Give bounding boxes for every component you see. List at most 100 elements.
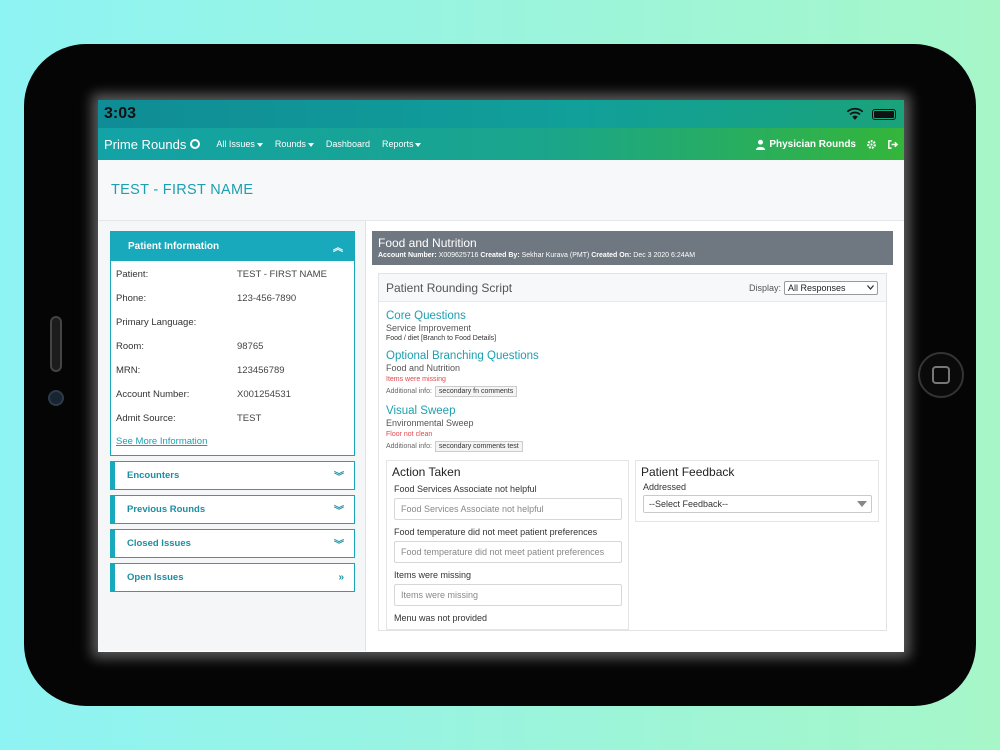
patient-info-rows: Patient: TEST - FIRST NAME Phone: 123-456-… xyxy=(111,261,354,430)
chevron-double-right-icon: » xyxy=(338,572,343,583)
feedback-select[interactable]: --Select Feedback-- xyxy=(643,495,872,513)
info-value: 123-456-7890 xyxy=(237,292,297,304)
action-taken-card: Action Taken Food Services Associate not… xyxy=(386,460,629,630)
user-menu[interactable]: Physician Rounds xyxy=(755,139,856,150)
nav-rounds[interactable]: Rounds xyxy=(275,139,314,149)
display-filter: Display: All Responses xyxy=(748,280,878,295)
info-row-phone: Phone: 123-456-7890 xyxy=(111,286,354,310)
patient-info-header[interactable]: Patient Information ︽ xyxy=(111,232,354,261)
section-optional-branching: Optional Branching Questions Food and Nu… xyxy=(386,350,879,397)
created-by-label: Created By: xyxy=(480,252,520,259)
account-label: Account Number: xyxy=(378,252,437,259)
nav-reports[interactable]: Reports xyxy=(382,139,422,149)
section-title: Visual Sweep xyxy=(386,405,456,417)
content-area: Patient Information ︽ Patient: TEST - FIR… xyxy=(98,221,904,651)
right-column: Food and Nutrition Account Number: X0096… xyxy=(366,221,904,651)
section-subtitle: Food and Nutrition xyxy=(386,363,461,373)
input-placeholder: Food temperature did not meet patient pr… xyxy=(401,547,605,557)
action-input-items-missing[interactable]: Items were missing xyxy=(394,584,622,606)
display-label: Display: xyxy=(748,282,781,293)
chevron-down-icon xyxy=(867,285,874,290)
patient-feedback-card: Patient Feedback Addressed --Select Feed… xyxy=(635,460,879,522)
left-column: Patient Information ︽ Patient: TEST - FIR… xyxy=(98,221,366,651)
title-bar: TEST - FIRST NAME xyxy=(98,160,904,221)
tablet-home-button[interactable] xyxy=(918,352,964,398)
input-placeholder: Items were missing xyxy=(401,590,479,600)
top-navbar: Prime Rounds All Issues Rounds Dashboard… xyxy=(98,128,904,160)
panel-open-issues-label: Open Issues xyxy=(127,572,184,583)
nav-all-issues-label: All Issues xyxy=(216,139,255,149)
round-title: Food and Nutrition xyxy=(378,236,477,250)
tablet-side-button xyxy=(50,316,62,372)
rounding-script-card: Patient Rounding Script Display: All Res… xyxy=(378,273,887,631)
field-label: Food temperature did not meet patient pr… xyxy=(394,527,598,537)
info-label: Room: xyxy=(116,340,144,352)
info-row-patient: Patient: TEST - FIRST NAME xyxy=(111,262,354,286)
section-subtitle: Service Improvement xyxy=(386,323,472,333)
panel-previous-rounds-label: Previous Rounds xyxy=(127,504,206,515)
see-more-link[interactable]: See More Information xyxy=(111,430,354,455)
nav-dashboard[interactable]: Dashboard xyxy=(326,139,370,149)
chevron-double-down-icon: ︾ xyxy=(334,506,344,517)
section-issue: Floor not clean xyxy=(386,431,433,438)
info-label: Patient: xyxy=(116,268,149,280)
nav-reports-label: Reports xyxy=(381,139,414,149)
additional-info: Additional info: secondary fn comments xyxy=(386,386,879,397)
panel-closed-issues[interactable]: Closed Issues ︾ xyxy=(110,529,355,558)
additional-info: Additional info: secondary comments test xyxy=(386,441,879,452)
additional-info-tag: secondary comments test xyxy=(434,441,523,452)
action-taken-title: Action Taken xyxy=(392,465,461,479)
response-columns: Action Taken Food Services Associate not… xyxy=(386,460,879,630)
info-row-admit-source: Admit Source: TEST xyxy=(111,406,354,430)
display-select-value: All Responses xyxy=(788,282,846,293)
tablet-camera xyxy=(48,390,64,406)
script-header: Patient Rounding Script Display: All Res… xyxy=(379,274,886,302)
caret-down-icon xyxy=(307,142,314,147)
account-value: X009625716 xyxy=(438,252,479,259)
user-role-label: Physician Rounds xyxy=(769,138,856,150)
info-value: TEST - FIRST NAME xyxy=(237,268,327,280)
panel-closed-issues-label: Closed Issues xyxy=(127,538,191,549)
info-value: X001254531 xyxy=(237,388,291,400)
input-placeholder: Food Services Associate not helpful xyxy=(401,504,544,514)
info-label: Account Number: xyxy=(116,388,190,400)
chevron-double-down-icon: ︾ xyxy=(334,540,344,551)
brand-logo-icon xyxy=(190,139,201,149)
section-detail: Food / diet [Branch to Food Details] xyxy=(386,335,497,342)
wifi-icon xyxy=(846,107,864,120)
field-label: Food Services Associate not helpful xyxy=(394,484,537,494)
display-select[interactable]: All Responses xyxy=(784,280,878,295)
status-bar: 3:03 xyxy=(98,100,904,128)
user-icon xyxy=(756,139,766,150)
sign-out-icon[interactable] xyxy=(887,139,898,150)
section-visual-sweep: Visual Sweep Environmental Sweep Floor n… xyxy=(386,405,879,452)
panel-previous-rounds[interactable]: Previous Rounds ︾ xyxy=(110,495,355,524)
patient-info-title: Patient Information xyxy=(128,241,220,252)
nav-all-issues[interactable]: All Issues xyxy=(216,139,263,149)
caret-down-icon xyxy=(256,142,263,147)
panel-encounters[interactable]: Encounters ︾ xyxy=(110,461,355,490)
home-square-icon xyxy=(932,366,950,384)
brand[interactable]: Prime Rounds xyxy=(104,137,201,152)
field-label: Items were missing xyxy=(394,570,472,580)
action-input-temperature[interactable]: Food temperature did not meet patient pr… xyxy=(394,541,622,563)
info-label: Phone: xyxy=(116,292,147,304)
info-value: TEST xyxy=(237,412,262,424)
section-core-questions: Core Questions Service Improvement Food … xyxy=(386,310,879,342)
gear-icon[interactable] xyxy=(866,139,877,150)
additional-info-label: Additional info: xyxy=(386,443,432,450)
panel-open-issues[interactable]: Open Issues » xyxy=(110,563,355,592)
script-body: Core Questions Service Improvement Food … xyxy=(379,302,886,630)
info-row-language: Primary Language: xyxy=(111,310,354,334)
action-input-associate[interactable]: Food Services Associate not helpful xyxy=(394,498,622,520)
script-title: Patient Rounding Script xyxy=(386,280,513,295)
battery-icon xyxy=(872,108,896,120)
additional-info-label: Additional info: xyxy=(386,388,432,395)
page-title: TEST - FIRST NAME xyxy=(111,182,254,198)
app-screen: 3:03 Prime Rounds All Issues Rounds Dash… xyxy=(98,100,904,652)
field-label: Menu was not provided xyxy=(394,613,488,623)
info-label: Admit Source: xyxy=(116,412,176,424)
panel-encounters-label: Encounters xyxy=(127,470,180,481)
section-title: Optional Branching Questions xyxy=(386,350,539,362)
chevron-double-up-icon: ︽ xyxy=(333,243,343,254)
